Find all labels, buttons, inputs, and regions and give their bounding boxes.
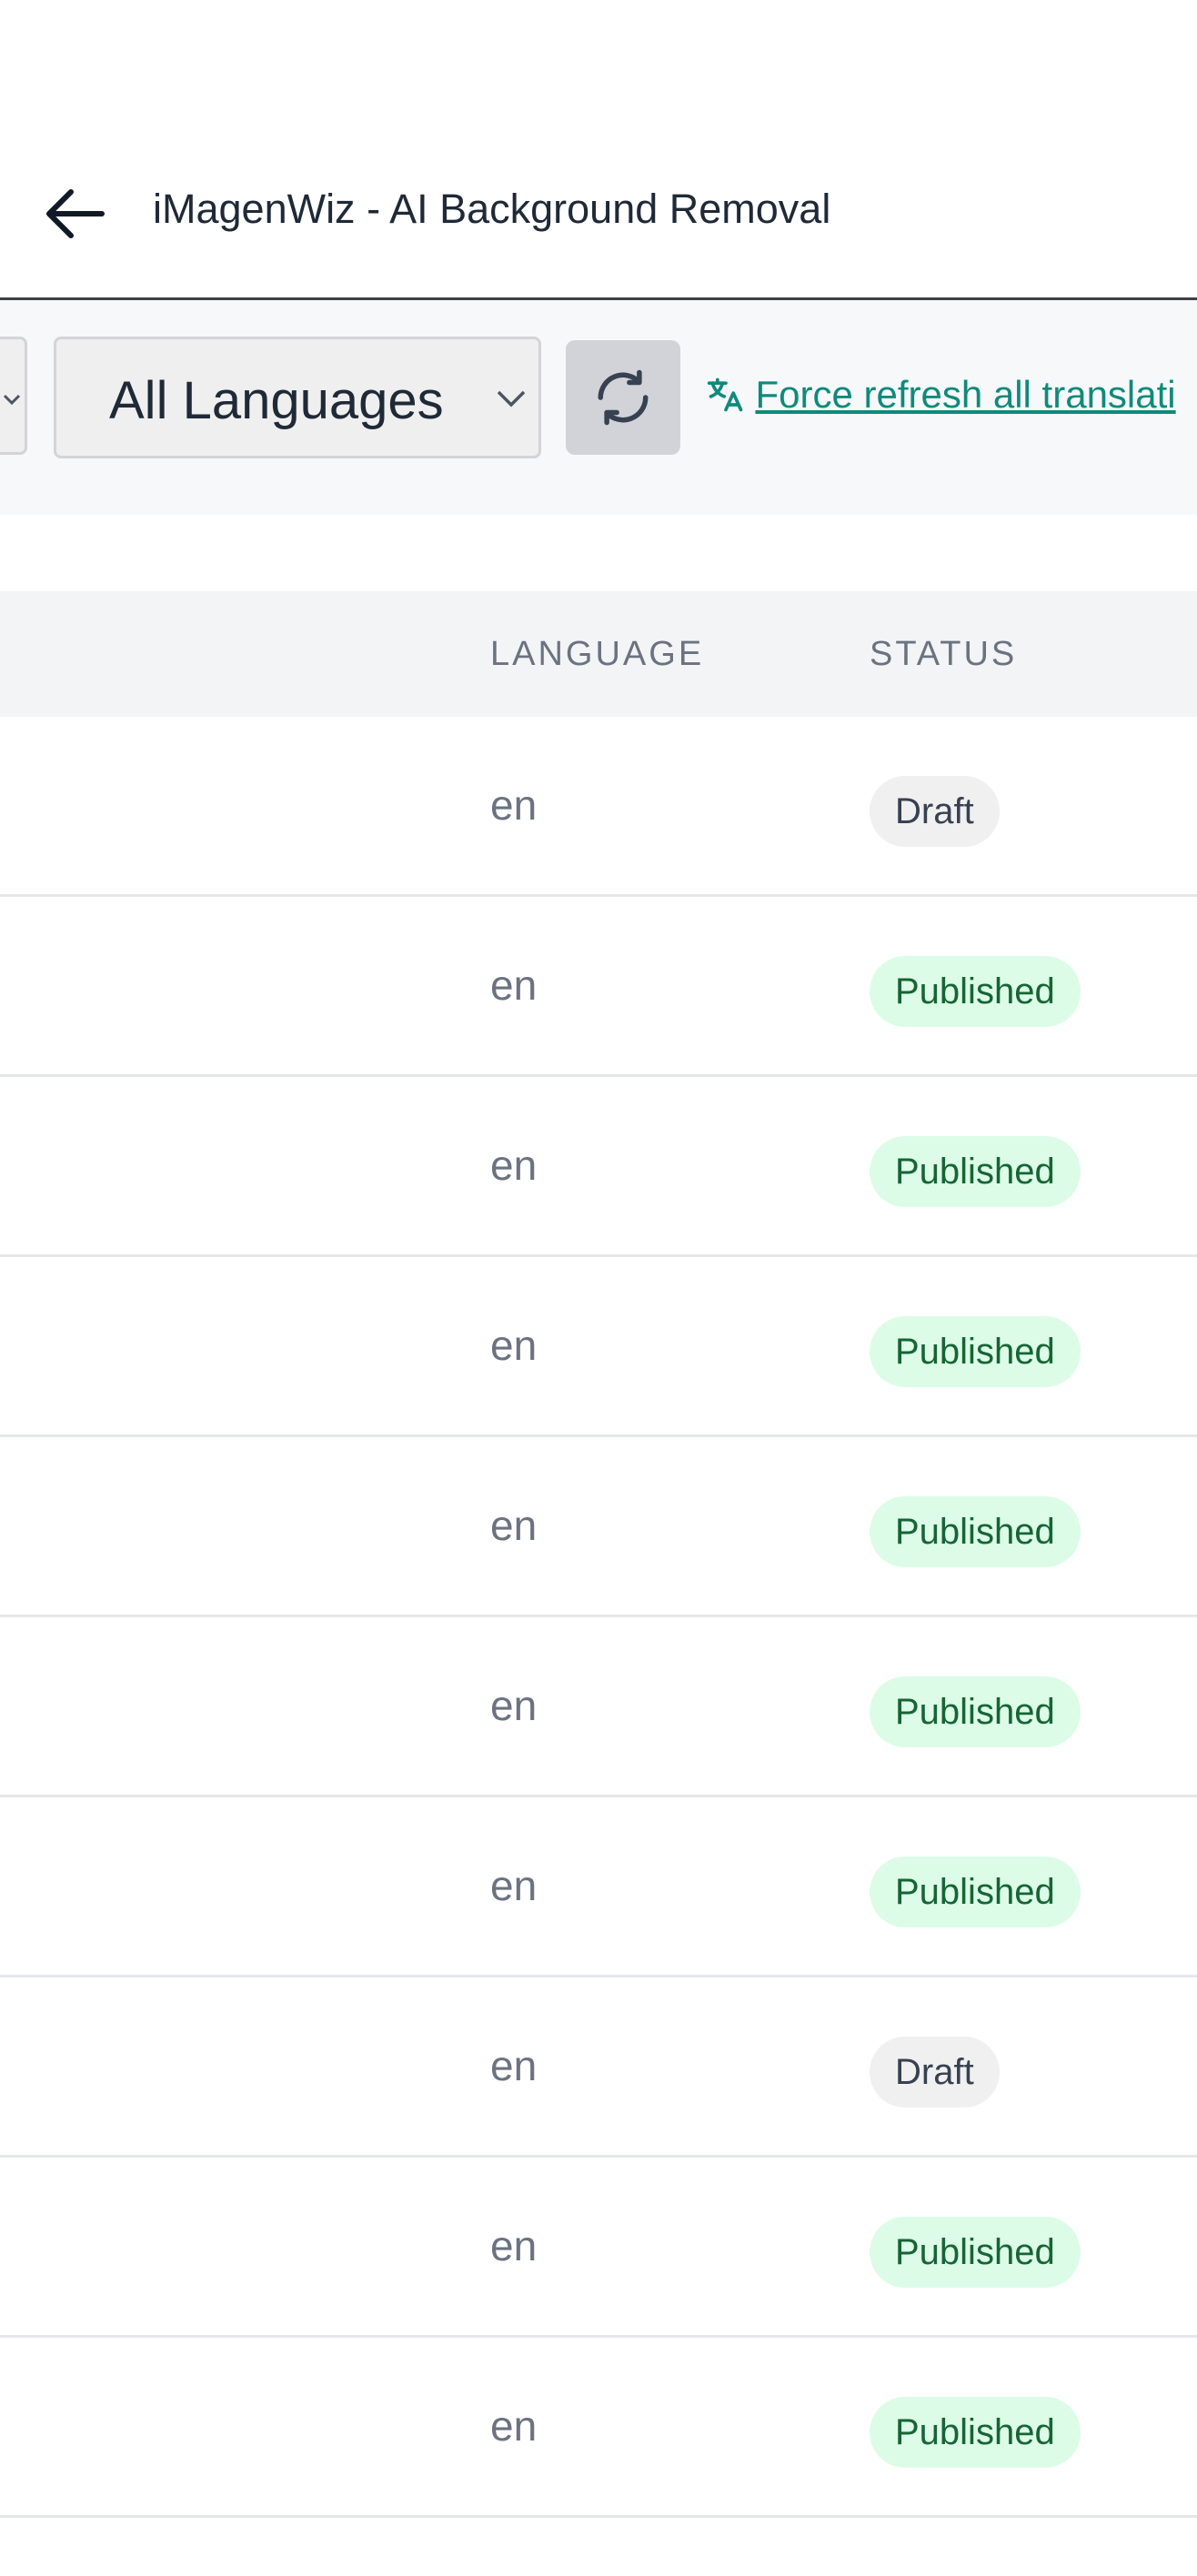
table-row[interactable]: en Published	[0, 1437, 1197, 1617]
status-filter-select[interactable]	[0, 337, 27, 455]
language-cell: en	[490, 1862, 538, 1909]
arrow-left-icon	[46, 189, 105, 238]
status-badge: Published	[870, 2217, 1081, 2288]
force-refresh-label: Force refresh all translati	[755, 373, 1176, 416]
table-row[interactable]: en Published	[0, 897, 1197, 1077]
page-title: iMagenWiz - AI Background Removal	[153, 186, 831, 232]
force-refresh-translations-link[interactable]: Force refresh all translati	[706, 373, 1176, 417]
status-badge: Draft	[870, 2037, 1000, 2108]
status-badge: Published	[870, 1496, 1081, 1567]
status-badge: Published	[870, 1316, 1081, 1387]
column-header-status[interactable]: STATUS	[870, 635, 1017, 674]
status-badge: Published	[870, 956, 1081, 1027]
language-cell: en	[490, 2402, 538, 2450]
table-row[interactable]: en Published	[0, 2338, 1197, 2518]
back-button[interactable]	[40, 182, 113, 246]
language-cell: en	[490, 961, 538, 1009]
chevron-down-icon	[497, 390, 526, 408]
refresh-icon	[598, 369, 649, 426]
language-cell: en	[490, 1682, 538, 1729]
table-header: LANGUAGE STATUS	[0, 591, 1197, 717]
filter-toolbar: All Languages Force refresh all translat…	[0, 300, 1197, 515]
language-cell: en	[490, 2222, 538, 2269]
status-badge: Published	[870, 1857, 1081, 1927]
column-header-language[interactable]: LANGUAGE	[490, 635, 704, 674]
language-cell: en	[490, 1502, 538, 1549]
status-badge: Draft	[870, 776, 1000, 847]
table-row[interactable]: en Published	[0, 1077, 1197, 1257]
language-cell: en	[490, 1142, 538, 1189]
table-row[interactable]: en Draft	[0, 1977, 1197, 2158]
table-row[interactable]: en Published	[0, 1257, 1197, 1437]
table-row[interactable]: en Draft	[0, 717, 1197, 897]
table-row[interactable]: en Published	[0, 1617, 1197, 1797]
status-badge: Published	[870, 2397, 1081, 2468]
language-cell: en	[490, 1322, 538, 1369]
language-cell: en	[490, 2042, 538, 2089]
app-header: iMagenWiz - AI Background Removal	[0, 0, 1197, 300]
language-filter-value: All Languages	[109, 371, 444, 430]
table-row[interactable]: en Published	[0, 1797, 1197, 1977]
chevron-down-icon	[3, 394, 21, 406]
translate-icon	[707, 377, 743, 412]
language-filter-select[interactable]: All Languages	[54, 337, 541, 458]
status-badge: Published	[870, 1136, 1081, 1207]
refresh-button[interactable]	[566, 340, 680, 455]
language-cell: en	[490, 781, 538, 829]
table-row[interactable]: en Published	[0, 2158, 1197, 2338]
status-badge: Published	[870, 1676, 1081, 1747]
